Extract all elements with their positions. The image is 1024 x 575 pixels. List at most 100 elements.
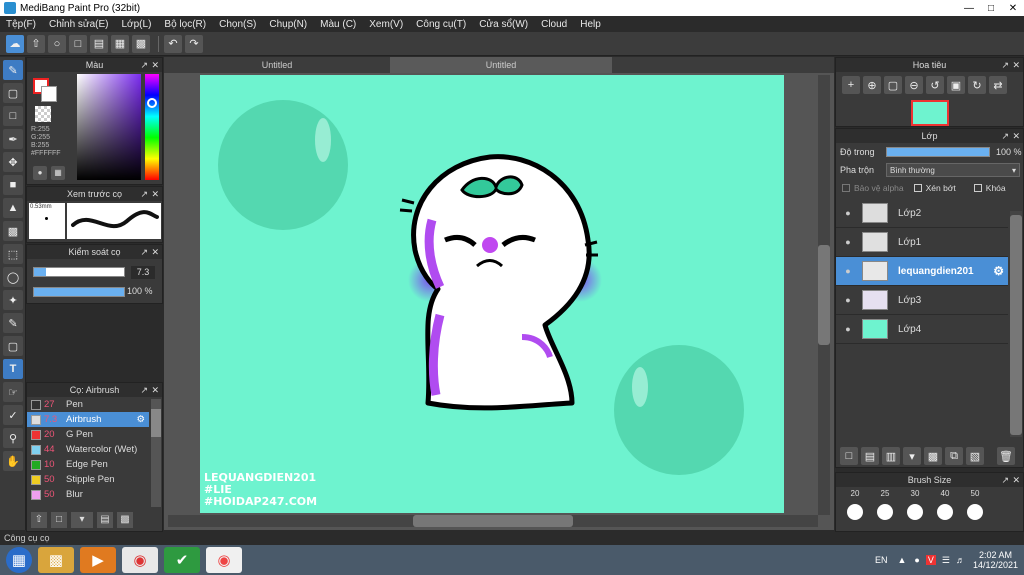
select-eraser-tool-icon[interactable]: ▢ <box>3 336 23 356</box>
operation-tool-icon[interactable]: ☞ <box>3 382 23 402</box>
pen-tool-icon[interactable]: ✒ <box>3 129 23 149</box>
lasso-tool-icon[interactable]: ◯ <box>3 267 23 287</box>
text-tool-icon[interactable]: T <box>3 359 23 379</box>
visibility-icon[interactable]: ● <box>842 207 854 219</box>
new-8bit-layer-icon[interactable]: ▥ <box>882 447 900 465</box>
zoom-in-alt-icon[interactable]: ⊕ <box>863 76 881 94</box>
brush-size-option[interactable]: 20 <box>840 489 870 520</box>
brush-size-option[interactable]: 25 <box>870 489 900 520</box>
navigator-thumbnail[interactable] <box>910 100 949 126</box>
tray-app-icon[interactable]: ● <box>914 555 919 565</box>
zoom-out-icon[interactable]: ⊖ <box>905 76 923 94</box>
brush-size-option[interactable]: 40 <box>930 489 960 520</box>
network-icon[interactable]: ☰ <box>942 555 950 566</box>
menu-color[interactable]: Màu (C) <box>320 19 356 30</box>
close-icon[interactable]: ✕ <box>1012 129 1020 143</box>
add-brush-icon[interactable]: ⇧ <box>31 512 47 528</box>
brush-settings-icon[interactable]: ▤ <box>97 512 113 528</box>
bucket-tool-icon[interactable]: ▲ <box>3 198 23 218</box>
close-icon[interactable]: ✕ <box>151 245 159 259</box>
brush-size-slider[interactable] <box>33 267 125 277</box>
volume-icon[interactable]: ♬ <box>956 555 965 565</box>
brush-folder-icon[interactable]: ▩ <box>117 512 133 528</box>
visibility-icon[interactable]: ● <box>842 323 854 335</box>
layer-list-scrollbar[interactable] <box>1010 211 1022 437</box>
close-icon[interactable]: ✕ <box>1012 473 1020 487</box>
horizontal-scrollbar[interactable] <box>168 515 818 527</box>
menu-window[interactable]: Cửa sổ(W) <box>479 19 528 30</box>
select-pen-tool-icon[interactable]: ✎ <box>3 313 23 333</box>
speech-bubble-icon[interactable]: ○ <box>48 34 66 53</box>
minimize-button[interactable]: — <box>958 1 980 15</box>
hue-slider[interactable] <box>145 74 159 180</box>
fit-icon[interactable]: ▢ <box>884 76 902 94</box>
redo-icon[interactable]: ↷ <box>185 34 203 53</box>
select-rect-tool-icon[interactable]: ⬚ <box>3 244 23 264</box>
brush-size-value[interactable]: 7.3 <box>131 266 155 279</box>
blend-mode-select[interactable]: Bình thường ▾ <box>886 163 1020 177</box>
merge-layer-icon[interactable]: ▧ <box>966 447 984 465</box>
brush-item[interactable]: 10 Edge Pen <box>27 457 149 472</box>
eraser-tool-icon[interactable]: ▢ <box>3 83 23 103</box>
brush-item[interactable]: 50 Blur <box>27 487 149 502</box>
move-tool-icon[interactable]: ✥ <box>3 152 23 172</box>
file-explorer-icon[interactable]: ▩ <box>38 547 74 573</box>
gear-icon[interactable]: ⚙ <box>136 414 145 425</box>
brush-tool-icon[interactable]: ✎ <box>3 60 23 80</box>
chrome-icon[interactable]: ◉ <box>122 547 158 573</box>
layer-settings-gear-icon[interactable]: ⚙ <box>993 264 1004 278</box>
close-icon[interactable]: ✕ <box>151 383 159 397</box>
page-icon[interactable]: ▤ <box>90 34 108 53</box>
menu-snap[interactable]: Chụp(N) <box>269 19 307 30</box>
menu-tools[interactable]: Công cụ(T) <box>416 19 466 30</box>
tray-expand-icon[interactable]: ▲ <box>898 555 907 565</box>
maximize-button[interactable]: □ <box>980 1 1002 15</box>
expand-icon[interactable]: ↗ <box>1001 129 1009 143</box>
fullscreen-icon[interactable]: ▣ <box>947 76 965 94</box>
palette-grid-button[interactable]: ▦ <box>51 166 65 180</box>
vpn-icon[interactable]: V <box>925 555 936 565</box>
brush-menu-icon[interactable]: ▾ <box>71 512 93 528</box>
close-icon[interactable]: ✕ <box>151 187 159 201</box>
new-brush-icon[interactable]: □ <box>51 512 67 528</box>
rotate-left-icon[interactable]: ↺ <box>926 76 944 94</box>
dropper-tool-icon[interactable]: ✓ <box>3 405 23 425</box>
duplicate-layer-icon[interactable]: ⧉ <box>945 447 963 465</box>
menu-help[interactable]: Help <box>580 19 601 30</box>
start-button-icon[interactable]: ▦ <box>6 547 32 573</box>
layer-row[interactable]: ● Lớp2 <box>836 199 1008 228</box>
transparent-swatch[interactable] <box>35 106 51 122</box>
brush-item[interactable]: 44 Watercolor (Wet) <box>27 442 149 457</box>
menu-select[interactable]: Chọn(S) <box>219 19 256 30</box>
rectangle-tool-icon[interactable]: □ <box>3 106 23 126</box>
menu-edit[interactable]: Chỉnh sửa(E) <box>49 19 109 30</box>
menu-filter[interactable]: Bộ lọc(R) <box>164 19 206 30</box>
brush-item[interactable]: 27 Pen <box>27 397 149 412</box>
zoom-in-icon[interactable]: + <box>842 76 860 94</box>
expand-icon[interactable]: ↗ <box>140 58 148 72</box>
delete-layer-icon[interactable]: 🗑 <box>997 447 1015 465</box>
panel-layout-icon[interactable]: ▦ <box>111 34 129 53</box>
rotate-right-icon[interactable]: ↻ <box>968 76 986 94</box>
lock-checkbox[interactable] <box>973 184 982 192</box>
coccoc-icon[interactable]: ✔ <box>164 547 200 573</box>
saturation-value-picker[interactable] <box>77 74 141 180</box>
protect-alpha-checkbox[interactable] <box>842 184 850 192</box>
hand-tool-icon[interactable]: ✋ <box>3 451 23 471</box>
layer-row[interactable]: ● lequangdien201 ⚙ <box>836 257 1008 286</box>
layer-row[interactable]: ● Lớp4 <box>836 315 1008 344</box>
eyedropper-tool-icon[interactable]: ⚲ <box>3 428 23 448</box>
layer-folder-icon[interactable]: ▩ <box>924 447 942 465</box>
palette-add-button[interactable]: ● <box>33 166 47 180</box>
new-halftone-layer-icon[interactable]: ▤ <box>861 447 879 465</box>
secondary-color-swatch[interactable] <box>41 86 57 102</box>
close-icon[interactable]: ✕ <box>1012 58 1020 72</box>
media-player-icon[interactable]: ▶ <box>80 547 116 573</box>
expand-icon[interactable]: ↗ <box>140 245 148 259</box>
menu-layer[interactable]: Lớp(L) <box>122 19 152 30</box>
expand-icon[interactable]: ↗ <box>140 187 148 201</box>
brush-item[interactable]: 20 G Pen <box>27 427 149 442</box>
medibang-taskbar-icon[interactable]: ◉ <box>206 547 242 573</box>
brush-item[interactable]: 7.3 Airbrush ⚙ <box>27 412 149 427</box>
brush-size-option[interactable]: 30 <box>900 489 930 520</box>
